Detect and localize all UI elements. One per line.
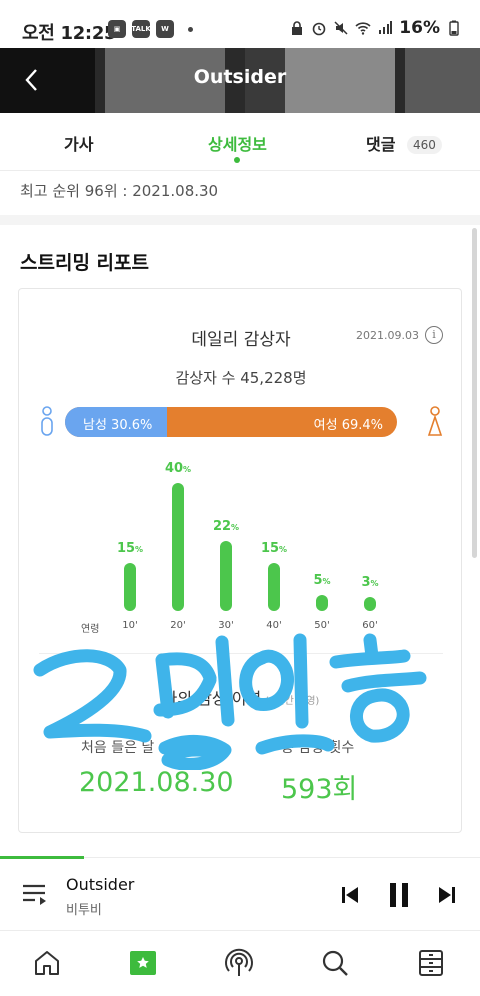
gender-bar: 남성 30.6% 여성 69.4% [65, 407, 397, 437]
report-date: 2021.09.03 [356, 329, 419, 342]
total-plays-label: 총 감상 횟수 [281, 740, 355, 756]
age-bar [268, 563, 280, 611]
nav-home[interactable] [30, 946, 64, 980]
gender-ratio: 남성 30.6% 여성 69.4% [39, 405, 443, 439]
male-person-icon [41, 406, 53, 436]
peak-rank-info: 최고 순위 96위 : 2021.08.30 [20, 182, 219, 200]
tab-comments-label: 댓글 [366, 135, 396, 154]
history-subtitle: (1시간 반영) [265, 696, 320, 707]
listener-count: 감상자 수 45,228명 [175, 369, 307, 387]
age-tick-label: 40' [266, 620, 282, 631]
age-value-label: 3% [361, 575, 379, 590]
skip-next-icon [439, 887, 455, 903]
battery-icon [449, 20, 459, 36]
age-bar [220, 540, 232, 611]
history-title: 나의 감상 이력 (1시간 반영) [19, 685, 463, 709]
info-icon[interactable]: i [425, 326, 443, 344]
playback-progress[interactable] [0, 856, 84, 859]
age-tick-label: 50' [314, 620, 330, 631]
alarm-icon [312, 22, 326, 36]
podcast-icon [225, 948, 253, 976]
tab-lyrics-label: 가사 [64, 135, 94, 154]
male-percent-label: 남성 30.6% [83, 418, 153, 433]
skip-previous-icon [342, 887, 358, 903]
gallery-icon: ▣ [108, 20, 126, 38]
nav-search[interactable] [318, 946, 352, 980]
first-listened-value: 2021.08.30 [79, 767, 234, 798]
lock-icon [292, 21, 303, 35]
streaming-report-card: 데일리 감상자 2021.09.03 i 감상자 수 45,228명 남성 30… [18, 288, 462, 833]
age-value-label: 5% [313, 573, 331, 588]
age-bar [316, 595, 328, 611]
storage-icon [419, 950, 443, 976]
tab-lyrics[interactable]: 가사 [64, 131, 93, 155]
age-value-label: 40% [164, 461, 192, 476]
age-value-label: 15% [260, 541, 288, 556]
nav-music[interactable] [126, 946, 160, 980]
player-artist: 비투비 [66, 903, 102, 918]
playlist-icon[interactable] [22, 882, 48, 906]
card-divider [39, 653, 443, 654]
status-right: 16% [289, 18, 462, 38]
status-time: 오전 12:25 [22, 23, 117, 44]
battery-text: 16% [399, 18, 440, 38]
page-title: Outsider [193, 66, 287, 88]
player-song-title: Outsider [66, 875, 135, 894]
previous-button[interactable] [335, 880, 365, 910]
first-listened-label: 처음 들은 날 [81, 740, 155, 756]
signal-icon [379, 21, 393, 34]
age-value-label: 15% [116, 541, 144, 556]
bottom-navigation [0, 930, 480, 996]
mute-icon [334, 21, 348, 35]
total-plays-value: 593회 [281, 774, 358, 805]
more-notifications-icon [188, 26, 193, 32]
age-value-label: 22% [212, 518, 240, 534]
pause-icon [390, 883, 408, 907]
age-bar [124, 563, 136, 611]
mini-player[interactable]: Outsider 비투비 [0, 856, 480, 929]
age-axis-label: 연령 [81, 624, 100, 635]
home-icon [35, 951, 59, 975]
female-person-icon [427, 406, 443, 436]
age-tick-label: 60' [362, 620, 378, 631]
history-title-text: 나의 감상 이력 [162, 689, 262, 708]
tab-details-label: 상세정보 [208, 135, 267, 154]
nav-radio[interactable] [222, 946, 256, 980]
pause-button[interactable] [384, 880, 414, 910]
age-tick-label: 20' [170, 620, 186, 631]
header: Outsider [0, 48, 480, 113]
age-tick-label: 30' [218, 620, 234, 631]
music-card-icon [130, 951, 156, 975]
tab-bar: 가사 상세정보 댓글 460 [0, 113, 480, 171]
scrollbar[interactable] [472, 228, 477, 558]
search-icon [322, 950, 348, 976]
section-title: 스트리밍 리포트 [20, 252, 149, 274]
wifi-icon [355, 22, 371, 35]
section-divider [0, 215, 480, 225]
notification-icons: ▣ TALK W [108, 20, 193, 38]
comment-count-badge: 460 [407, 136, 442, 154]
age-tick-label: 10' [122, 620, 138, 631]
age-distribution-chart: 연령 15% 10' 40% 20' 22% 30' 15% 40' 5% 50' 3% 60' [19, 449, 463, 639]
age-bar [172, 483, 184, 611]
tab-details[interactable]: 상세정보 [208, 131, 267, 163]
next-button[interactable] [432, 880, 462, 910]
nav-storage[interactable] [414, 946, 448, 980]
active-tab-indicator [234, 157, 241, 163]
age-bar [364, 597, 376, 611]
talk-icon: TALK [131, 20, 151, 38]
tab-comments[interactable]: 댓글 460 [366, 131, 442, 155]
webtoon-icon: W [156, 20, 174, 38]
female-percent-label: 여성 69.4% [313, 418, 383, 433]
